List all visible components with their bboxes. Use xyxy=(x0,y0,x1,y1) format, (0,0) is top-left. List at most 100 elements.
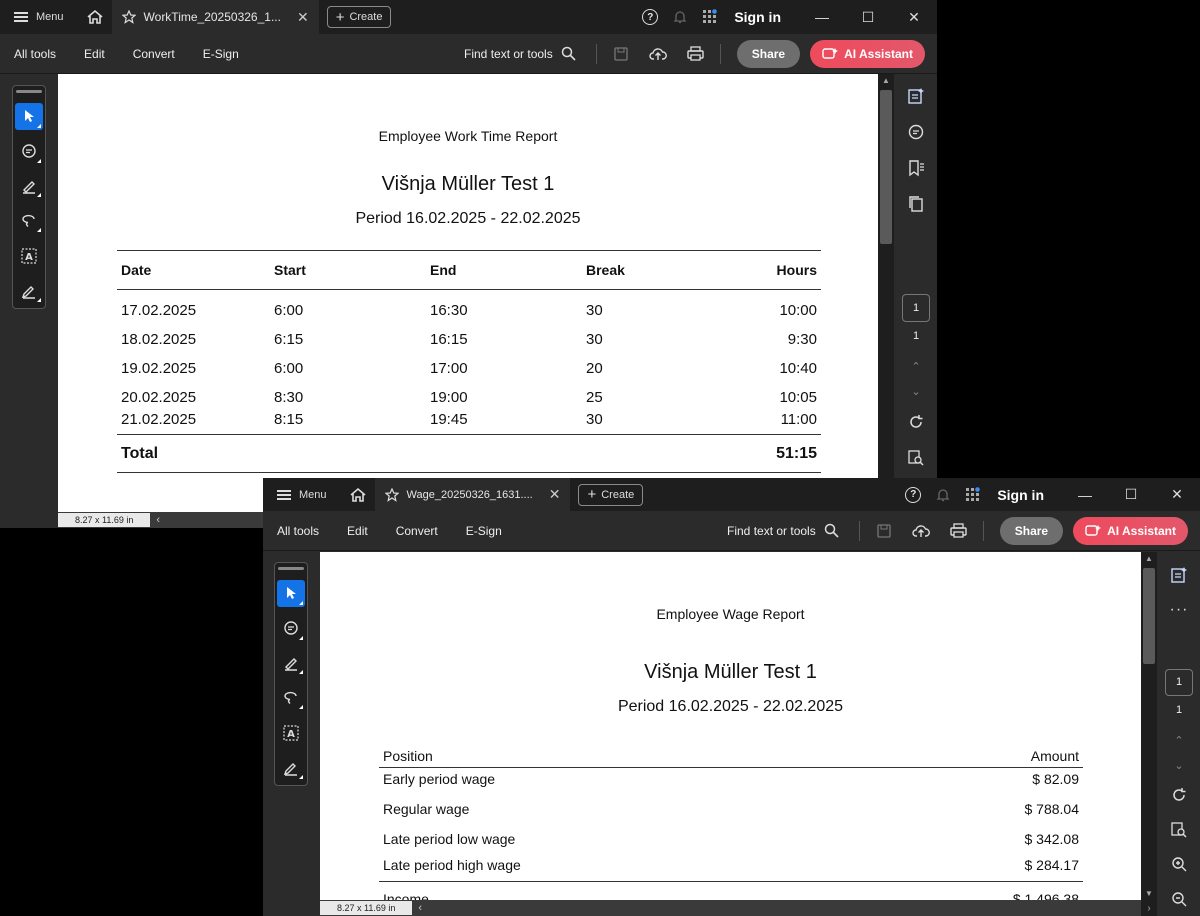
all-tools-menu[interactable]: All tools xyxy=(263,524,333,538)
create-button[interactable]: + Create xyxy=(326,6,392,28)
edit-menu[interactable]: Edit xyxy=(70,47,119,61)
sign-in-button[interactable]: Sign in xyxy=(997,487,1044,503)
print-button[interactable] xyxy=(940,523,977,538)
menu-button[interactable]: Menu xyxy=(0,0,78,34)
star-icon[interactable] xyxy=(384,487,399,502)
scroll-down-arrow[interactable]: ▼ xyxy=(1141,889,1157,898)
more-options-button[interactable]: ··· xyxy=(1164,596,1194,625)
home-button[interactable] xyxy=(341,478,375,512)
esign-menu[interactable]: E-Sign xyxy=(189,47,253,61)
document-tab[interactable]: WorkTime_20250326_1... ✕ xyxy=(111,0,319,34)
all-tools-menu[interactable]: All tools xyxy=(0,47,70,61)
vertical-scrollbar[interactable]: ▲ ▼ › xyxy=(1141,552,1157,916)
cell-amount: $ 788.04 xyxy=(1024,801,1080,817)
find-tools-button[interactable]: Find text or tools xyxy=(464,46,590,61)
vertical-scrollbar[interactable]: ▲ xyxy=(878,74,894,528)
previous-page-button[interactable]: ⌃ xyxy=(911,360,920,373)
employee-name: Višnja Müller Test 1 xyxy=(644,661,817,683)
find-tools-button[interactable]: Find text or tools xyxy=(727,523,853,538)
edit-pdf-button[interactable] xyxy=(1164,561,1194,590)
select-tool-button[interactable] xyxy=(15,102,43,130)
cloud-upload-icon xyxy=(912,524,931,537)
close-tab-icon[interactable]: ✕ xyxy=(549,486,561,503)
submenu-indicator xyxy=(37,158,41,163)
close-tab-icon[interactable]: ✕ xyxy=(297,9,309,26)
scroll-left-arrow[interactable]: ‹ xyxy=(150,514,166,526)
convert-menu[interactable]: Convert xyxy=(382,524,452,538)
save-button[interactable] xyxy=(866,523,903,538)
star-icon[interactable] xyxy=(121,10,136,24)
create-label: Create xyxy=(601,488,635,501)
bookmarks-button[interactable] xyxy=(901,153,931,183)
share-button[interactable]: Share xyxy=(999,516,1064,545)
minimize-button[interactable]: — xyxy=(1062,487,1108,503)
highlight-tool-button[interactable] xyxy=(15,173,43,200)
scroll-up-arrow[interactable]: ▲ xyxy=(878,76,894,85)
apps-grid-icon[interactable] xyxy=(702,9,718,25)
help-icon[interactable]: ? xyxy=(642,9,659,25)
next-page-button[interactable]: ⌄ xyxy=(911,385,920,398)
page-number-input[interactable]: 1 xyxy=(1165,669,1193,696)
previous-page-button[interactable]: ⌃ xyxy=(1174,734,1183,747)
rotate-button[interactable] xyxy=(901,407,931,437)
comment-tool-button[interactable] xyxy=(277,615,305,642)
document-tab[interactable]: Wage_20250326_1631.... ✕ xyxy=(374,478,571,511)
menu-button[interactable]: Menu xyxy=(263,478,341,512)
draw-tool-button[interactable] xyxy=(15,207,43,234)
scroll-right-arrow[interactable]: › xyxy=(1141,903,1157,914)
next-page-button[interactable]: ⌄ xyxy=(1174,759,1183,772)
rotate-button[interactable] xyxy=(1164,781,1194,810)
select-tool-button[interactable] xyxy=(277,579,305,607)
page-number-input[interactable]: 1 xyxy=(902,294,930,322)
edit-pdf-button[interactable] xyxy=(901,81,931,111)
scroll-up-arrow[interactable]: ▲ xyxy=(1141,554,1157,563)
ai-assistant-button[interactable]: AI Assistant xyxy=(810,39,925,68)
column-header: Amount xyxy=(1030,747,1079,764)
text-select-tool-button[interactable]: A xyxy=(15,242,43,269)
sign-tool-button[interactable] xyxy=(277,754,305,781)
share-button[interactable]: Share xyxy=(736,39,801,68)
help-icon[interactable]: ? xyxy=(905,486,922,503)
submenu-indicator xyxy=(37,228,41,233)
close-window-button[interactable]: ✕ xyxy=(1154,486,1200,503)
edit-menu[interactable]: Edit xyxy=(333,524,382,538)
print-button[interactable] xyxy=(677,46,714,61)
panel-drag-handle[interactable] xyxy=(16,90,42,93)
sign-in-button[interactable]: Sign in xyxy=(734,9,781,25)
comment-tool-button[interactable] xyxy=(15,138,43,165)
upload-button[interactable] xyxy=(903,524,940,538)
create-button[interactable]: + Create xyxy=(578,483,644,506)
minimize-button[interactable]: — xyxy=(799,9,845,25)
bell-icon[interactable] xyxy=(935,487,951,503)
home-button[interactable] xyxy=(78,0,112,34)
maximize-button[interactable]: ☐ xyxy=(1108,486,1154,503)
highlight-tool-button[interactable] xyxy=(277,650,305,677)
zoom-out-button[interactable] xyxy=(1164,884,1194,913)
comments-panel-button[interactable] xyxy=(901,117,931,147)
bell-icon[interactable] xyxy=(672,9,688,25)
draw-tool-button[interactable] xyxy=(277,684,305,711)
zoom-in-button[interactable] xyxy=(1164,850,1194,879)
apps-grid-icon[interactable] xyxy=(965,486,981,503)
table-row: 21.02.2025 8:15 19:45 30 11:00 xyxy=(117,406,821,435)
lasso-icon xyxy=(22,214,35,227)
close-window-button[interactable]: ✕ xyxy=(891,9,937,26)
pages-panel-button[interactable] xyxy=(901,189,931,219)
panel-drag-handle[interactable] xyxy=(278,567,304,570)
maximize-button[interactable]: ☐ xyxy=(845,9,891,26)
pen-sign-icon xyxy=(283,762,297,776)
find-label: Find text or tools xyxy=(727,523,816,538)
ai-assistant-button[interactable]: AI Assistant xyxy=(1073,516,1188,545)
scrollbar-thumb[interactable] xyxy=(1143,568,1155,664)
esign-menu[interactable]: E-Sign xyxy=(452,524,516,538)
convert-menu[interactable]: Convert xyxy=(119,47,189,61)
cell-break: 30 xyxy=(586,330,603,348)
text-select-tool-button[interactable]: A xyxy=(277,719,305,746)
page-zoom-button[interactable] xyxy=(901,443,931,473)
page-zoom-button[interactable] xyxy=(1164,815,1194,844)
scrollbar-thumb[interactable] xyxy=(880,90,892,244)
sign-tool-button[interactable] xyxy=(15,277,43,304)
save-button[interactable] xyxy=(603,46,640,61)
scroll-left-arrow[interactable]: ‹ xyxy=(412,902,428,914)
upload-button[interactable] xyxy=(640,47,677,61)
